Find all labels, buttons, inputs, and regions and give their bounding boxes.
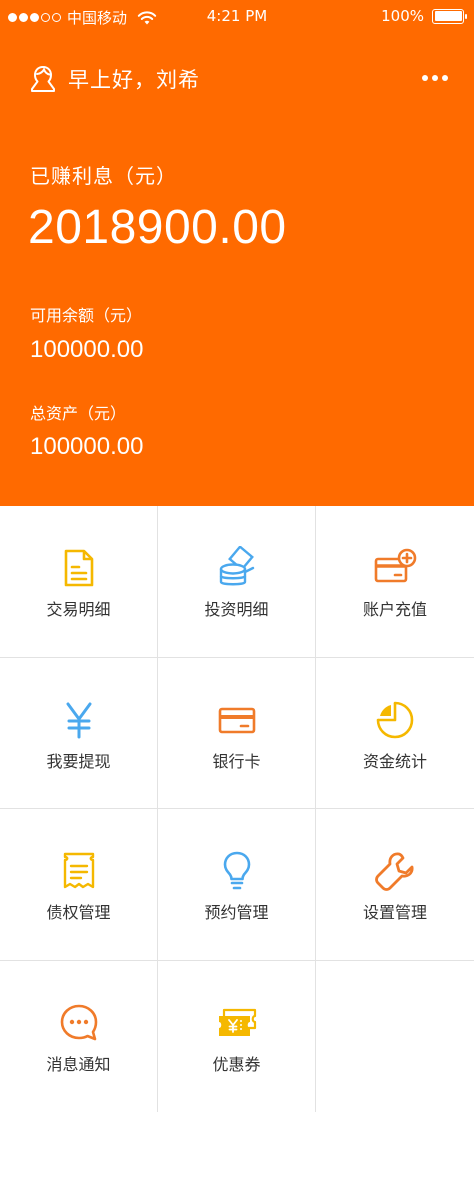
- account-header: 中国移动 4:21 PM 100% 早上好，刘希 已赚利息（元） 2018900…: [0, 0, 474, 506]
- lightbulb-icon: [215, 849, 259, 893]
- menu-item-label: 优惠券: [212, 1054, 261, 1074]
- menu-item-label: 资金统计: [362, 751, 427, 771]
- status-bar: 中国移动 4:21 PM 100%: [0, 0, 474, 34]
- menu-item-label: 消息通知: [46, 1054, 111, 1074]
- menu-item-label: 投资明细: [204, 600, 269, 619]
- card-plus-icon: [373, 546, 417, 590]
- menu-item-label: 账户充值: [362, 600, 427, 619]
- menu-item-transaction-details[interactable]: 交易明细: [0, 506, 158, 658]
- wrench-icon: [373, 849, 417, 893]
- greeting-text: 早上好，刘希: [68, 68, 200, 92]
- greeting-row: 早上好，刘希: [30, 62, 200, 96]
- menu-grid: 交易明细 投资明细 账户充值 我要提现 银行卡 资金统计 债权管理 预约管理 设…: [0, 506, 474, 1112]
- menu-empty-cell: [316, 960, 474, 1112]
- menu-item-label: 设置管理: [362, 903, 427, 922]
- menu-item-bank-card[interactable]: 银行卡: [158, 657, 316, 809]
- menu-item-message-notification[interactable]: 消息通知: [0, 960, 158, 1112]
- menu-item-label: 我要提现: [46, 751, 111, 771]
- coupon-icon: [215, 1001, 259, 1045]
- coins-icon: [215, 546, 259, 590]
- document-icon: [57, 546, 101, 590]
- menu-item-withdraw[interactable]: 我要提现: [0, 657, 158, 809]
- earned-interest-label: 已赚利息（元）: [30, 164, 177, 188]
- status-right: 100%: [381, 7, 467, 25]
- battery-percent: 100%: [381, 7, 424, 25]
- menu-item-label: 债权管理: [46, 903, 111, 922]
- bank-card-icon: [215, 698, 259, 742]
- menu-item-investment-details[interactable]: 投资明细: [158, 506, 316, 658]
- chat-bubble-icon: [57, 1001, 101, 1045]
- menu-item-label: 银行卡: [212, 751, 261, 771]
- menu-item-settings-management[interactable]: 设置管理: [316, 809, 474, 961]
- menu-item-fund-statistics[interactable]: 资金统计: [316, 657, 474, 809]
- available-balance-label: 可用余额（元）: [30, 306, 143, 325]
- menu-item-debt-management[interactable]: 债权管理: [0, 809, 158, 961]
- available-balance-value: 100000.00: [30, 336, 144, 363]
- menu-item-label: 交易明细: [46, 600, 111, 619]
- menu-item-coupon[interactable]: 优惠券: [158, 960, 316, 1112]
- pie-chart-icon: [373, 698, 417, 742]
- user-avatar-icon[interactable]: [30, 65, 56, 93]
- menu-item-reservation-management[interactable]: 预约管理: [158, 809, 316, 961]
- total-assets-value: 100000.00: [30, 433, 144, 460]
- battery-icon: [432, 8, 467, 24]
- yen-icon: [57, 698, 101, 742]
- more-options-icon[interactable]: [422, 68, 448, 88]
- menu-item-account-recharge[interactable]: 账户充值: [316, 506, 474, 658]
- receipt-icon: [57, 849, 101, 893]
- earned-interest-value: 2018900.00: [28, 201, 287, 254]
- menu-item-label: 预约管理: [204, 903, 269, 922]
- total-assets-label: 总资产（元）: [30, 404, 127, 423]
